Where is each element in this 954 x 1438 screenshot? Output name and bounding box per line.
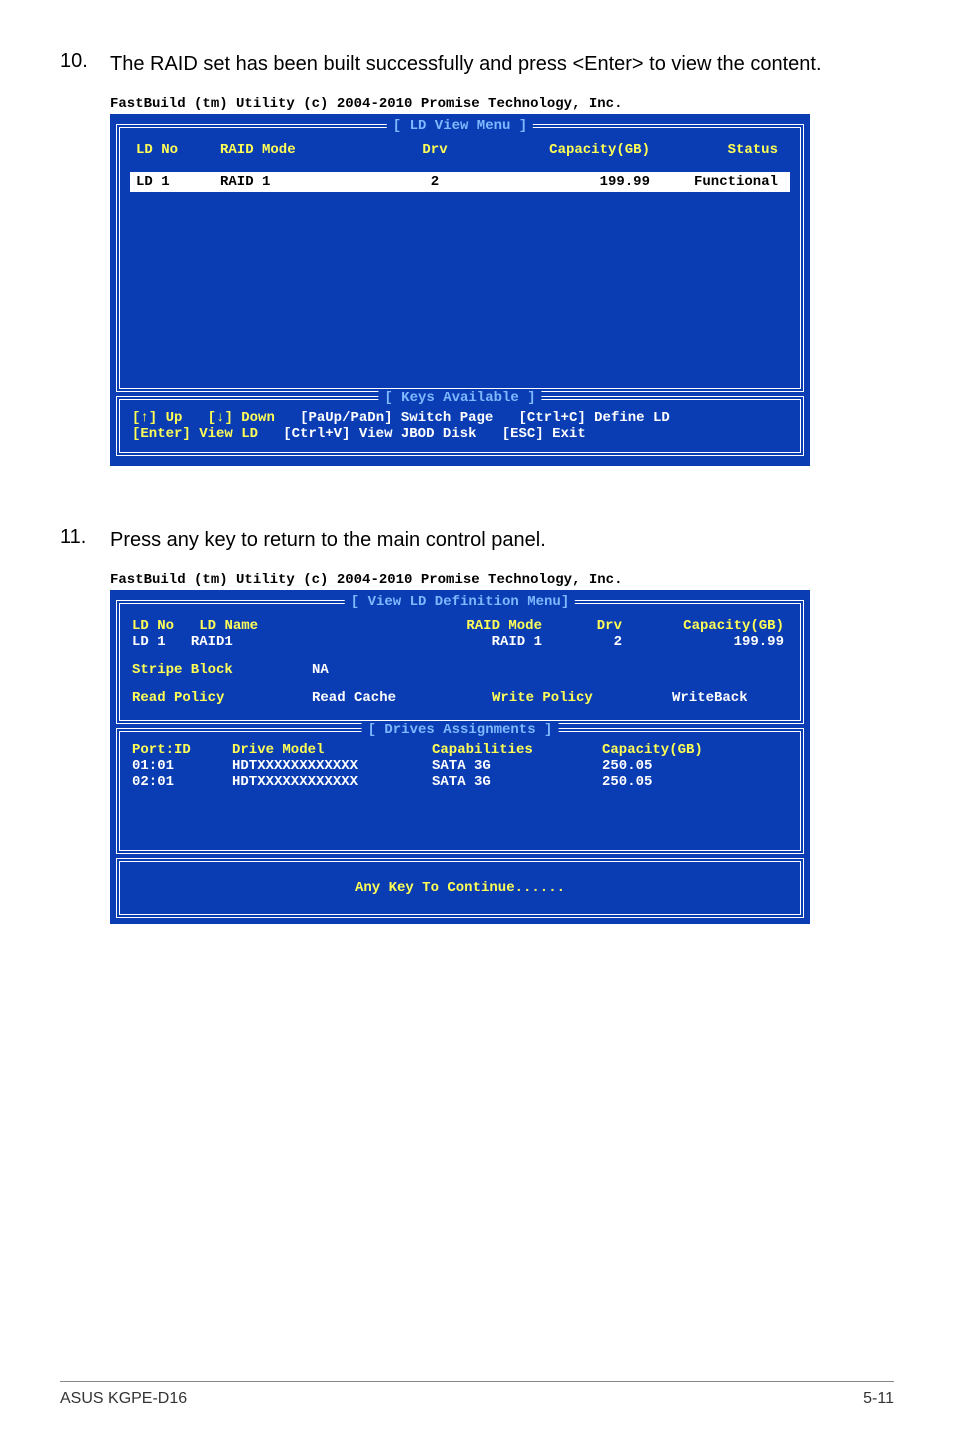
terminal-caption-2: FastBuild (tm) Utility (c) 2004-2010 Pro… bbox=[110, 572, 810, 588]
dr-h-model: Drive Model bbox=[232, 742, 432, 758]
ld-view-row[interactable]: LD 1 RAID 1 2 199.99 Functional bbox=[130, 172, 790, 192]
def-r-ldname: RAID1 bbox=[191, 634, 233, 650]
hdr-status: Status bbox=[670, 142, 790, 158]
key-esc: [ESC] Exit bbox=[502, 426, 586, 442]
def-na: NA bbox=[312, 662, 492, 678]
terminal-screen-1: [ LD View Menu ] LD No RAID Mode Drv Cap… bbox=[110, 114, 810, 466]
def-writeback: WriteBack bbox=[672, 690, 788, 706]
cell-cap: 199.99 bbox=[500, 174, 670, 190]
drives-header: Port:ID Drive Model Capabilities Capacit… bbox=[132, 742, 788, 758]
dr-cap: 250.05 bbox=[602, 774, 788, 790]
def-data-row: LD 1 RAID1 RAID 1 2 199.99 bbox=[132, 634, 788, 650]
key-define-ld: [Ctrl+C] Define LD bbox=[519, 410, 670, 426]
def-r-mode: RAID 1 bbox=[372, 634, 542, 650]
cell-status: Functional bbox=[670, 174, 790, 190]
ld-def-box: [ View LD Definition Menu] LD No LD Name… bbox=[116, 600, 804, 724]
cell-drv: 2 bbox=[370, 174, 500, 190]
def-r-cap: 199.99 bbox=[622, 634, 788, 650]
hdr-mode: RAID Mode bbox=[220, 142, 370, 158]
def-h-mode: RAID Mode bbox=[372, 618, 542, 634]
footer-right: 5-11 bbox=[863, 1390, 894, 1408]
def-h-cap: Capacity(GB) bbox=[622, 618, 788, 634]
def-read-policy: Read Policy bbox=[132, 690, 312, 706]
hdr-drv: Drv bbox=[370, 142, 500, 158]
ld-def-title: [ View LD Definition Menu] bbox=[345, 594, 575, 610]
dr-model: HDTXXXXXXXXXXXX bbox=[232, 758, 432, 774]
drives-row: 02:01 HDTXXXXXXXXXXXX SATA 3G 250.05 bbox=[132, 774, 788, 790]
drives-box: [ Drives Assignments ] Port:ID Drive Mod… bbox=[116, 728, 804, 854]
key-enter: [Enter] View LD bbox=[132, 426, 258, 442]
footer-left: ASUS KGPE-D16 bbox=[60, 1390, 187, 1408]
keys-line-2: [Enter] View LD [Ctrl+V] View JBOD Disk … bbox=[132, 426, 788, 442]
def-policy-row: Read Policy Read Cache Write Policy Writ… bbox=[132, 690, 788, 706]
drives-row: 01:01 HDTXXXXXXXXXXXX SATA 3G 250.05 bbox=[132, 758, 788, 774]
dr-port: 02:01 bbox=[132, 774, 232, 790]
hdr-ldno: LD No bbox=[130, 142, 220, 158]
step-number: 11. bbox=[60, 526, 110, 554]
ld-view-title: [ LD View Menu ] bbox=[387, 118, 533, 134]
dr-caps: SATA 3G bbox=[432, 774, 602, 790]
dr-caps: SATA 3G bbox=[432, 758, 602, 774]
key-switch-page: [PaUp/PaDn] Switch Page bbox=[300, 410, 493, 426]
key-up: [↑] Up bbox=[132, 410, 182, 426]
dr-h-caps: Capabilities bbox=[432, 742, 602, 758]
def-read-cache: Read Cache bbox=[312, 690, 492, 706]
def-h-ldno: LD No bbox=[132, 618, 174, 634]
ld-view-box: [ LD View Menu ] LD No RAID Mode Drv Cap… bbox=[116, 124, 804, 392]
def-header-row: LD No LD Name RAID Mode Drv Capacity(GB) bbox=[132, 618, 788, 634]
def-stripe-row: Stripe Block NA bbox=[132, 662, 788, 678]
ld-view-header: LD No RAID Mode Drv Capacity(GB) Status bbox=[130, 142, 790, 158]
terminal-screen-2: [ View LD Definition Menu] LD No LD Name… bbox=[110, 590, 810, 924]
step-number: 10. bbox=[60, 50, 110, 78]
cell-mode: RAID 1 bbox=[220, 174, 370, 190]
hdr-cap: Capacity(GB) bbox=[500, 142, 670, 158]
dr-h-cap: Capacity(GB) bbox=[602, 742, 788, 758]
def-r-drv: 2 bbox=[542, 634, 622, 650]
step-10: 10. The RAID set has been built successf… bbox=[60, 50, 894, 78]
def-r-ldno: LD 1 bbox=[132, 634, 166, 650]
keys-box: [ Keys Available ] [↑] Up [↓] Down [PaUp… bbox=[116, 396, 804, 456]
def-write-policy: Write Policy bbox=[492, 690, 672, 706]
page-footer: ASUS KGPE-D16 5-11 bbox=[60, 1381, 894, 1408]
step-text: The RAID set has been built successfully… bbox=[110, 50, 822, 78]
step-text: Press any key to return to the main cont… bbox=[110, 526, 546, 554]
dr-cap: 250.05 bbox=[602, 758, 788, 774]
dr-h-port: Port:ID bbox=[132, 742, 232, 758]
drives-title: [ Drives Assignments ] bbox=[362, 722, 559, 738]
cell-ldno: LD 1 bbox=[130, 174, 220, 190]
step-11: 11. Press any key to return to the main … bbox=[60, 526, 894, 554]
def-h-drv: Drv bbox=[542, 618, 622, 634]
dr-port: 01:01 bbox=[132, 758, 232, 774]
key-view-jbod: [Ctrl+V] View JBOD Disk bbox=[283, 426, 476, 442]
dr-model: HDTXXXXXXXXXXXX bbox=[232, 774, 432, 790]
key-down: [↓] Down bbox=[208, 410, 275, 426]
continue-box[interactable]: Any Key To Continue...... bbox=[116, 858, 804, 918]
keys-line-1: [↑] Up [↓] Down [PaUp/PaDn] Switch Page … bbox=[132, 410, 788, 426]
terminal-caption: FastBuild (tm) Utility (c) 2004-2010 Pro… bbox=[110, 96, 810, 112]
def-stripe-block: Stripe Block bbox=[132, 662, 312, 678]
continue-text: Any Key To Continue...... bbox=[355, 880, 565, 896]
keys-title: [ Keys Available ] bbox=[378, 390, 541, 406]
def-h-ldname: LD Name bbox=[199, 618, 258, 634]
